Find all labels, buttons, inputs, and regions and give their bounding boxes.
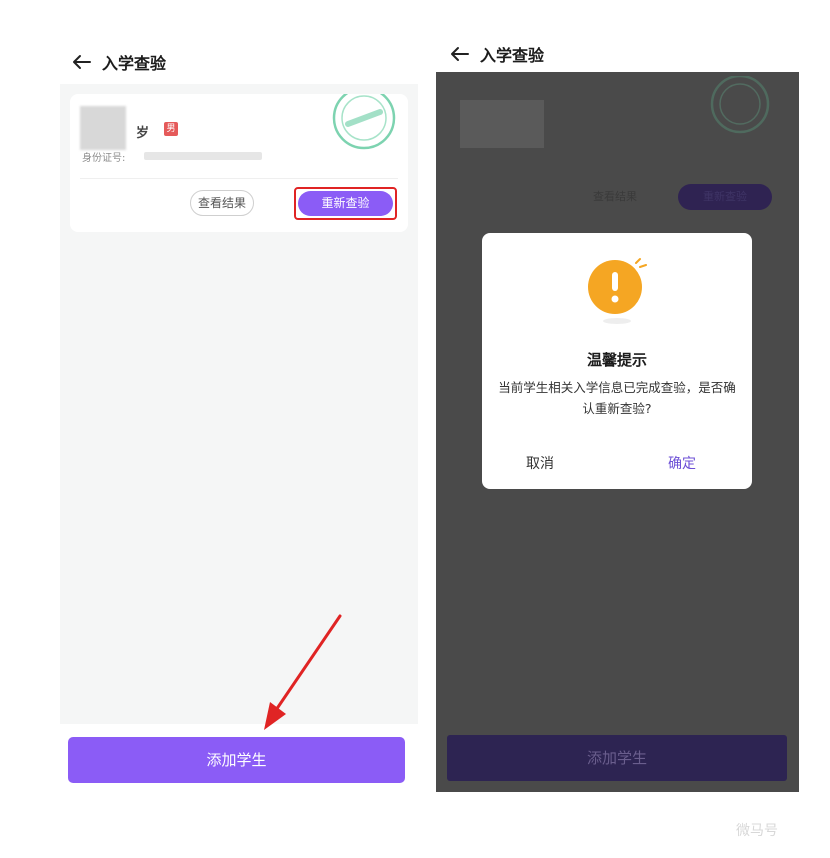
- confirm-dialog: 温馨提示 当前学生相关入学信息已完成查验，是否确认重新查验? 取消 确定: [482, 233, 752, 489]
- page-title: 入学查验: [102, 54, 167, 73]
- dimmed-view-result-button: 查看结果: [593, 190, 637, 203]
- dimmed-recheck-button: 重新查验: [678, 184, 772, 210]
- annotation-arrow-icon: [264, 614, 342, 730]
- cancel-button[interactable]: 取消: [526, 453, 554, 473]
- blurred-id-number: [144, 152, 262, 160]
- confirm-button[interactable]: 确定: [668, 453, 696, 473]
- right-header: 入学查验: [450, 42, 544, 66]
- add-student-button[interactable]: 添加学生: [68, 737, 405, 783]
- dimmed-student-info: [460, 100, 544, 148]
- stamp-icon: [710, 76, 770, 134]
- gender-badge: 男: [164, 122, 178, 136]
- recheck-button-highlight[interactable]: 重新查验: [294, 187, 397, 220]
- age-suffix: 岁: [136, 126, 150, 141]
- back-arrow-icon[interactable]: [72, 54, 92, 70]
- stamp-icon: [332, 94, 396, 150]
- warning-icon: [588, 258, 647, 324]
- left-header: 入学查验: [72, 50, 166, 74]
- dialog-title: 温馨提示: [586, 351, 647, 369]
- watermark: 微马号: [736, 823, 778, 839]
- card-divider: [80, 178, 398, 179]
- dimmed-add-student-button: 添加学生: [447, 735, 787, 781]
- student-card: 岁 男 身份证号: 查看结果 重新查验: [70, 94, 408, 232]
- recheck-button[interactable]: 重新查验: [298, 191, 393, 216]
- page-title: 入学查验: [480, 46, 545, 65]
- id-number-label: 身份证号:: [82, 153, 126, 164]
- view-result-button[interactable]: 查看结果: [190, 190, 254, 216]
- back-arrow-icon[interactable]: [450, 46, 470, 62]
- blurred-student-name: [80, 106, 126, 150]
- dialog-message: 当前学生相关入学信息已完成查验，是否确认重新查验?: [498, 380, 736, 416]
